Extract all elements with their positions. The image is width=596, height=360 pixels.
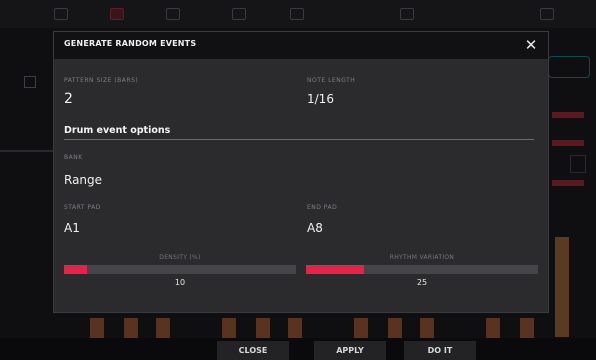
note-length-field[interactable]: 1/16 [307,92,334,106]
close-button[interactable]: CLOSE [217,341,289,360]
rhythm-variation-slider[interactable] [306,265,538,274]
rhythm-variation-value: 25 [416,278,428,287]
background-pad [156,318,170,338]
start-pad-label: START PAD [64,204,101,211]
close-icon[interactable]: ✕ [522,35,540,55]
do-it-button[interactable]: DO IT [404,341,476,360]
density-value: 10 [174,278,186,287]
settings-icon [540,8,554,20]
dialog-header: GENERATE RANDOM EVENTS ✕ [54,32,548,59]
background-pad [354,318,368,338]
background-pad [388,318,402,338]
start-pad-field[interactable]: A1 [64,221,80,235]
background-pad [520,318,534,338]
bottom-bar [0,338,596,360]
background-pad [124,318,138,338]
background-pad [486,318,500,338]
wave-icon [290,8,304,20]
bank-field[interactable]: Range [64,173,102,187]
pad-icon [166,8,180,20]
end-pad-field[interactable]: A8 [307,221,323,235]
note-length-label: NOTE LENGTH [307,77,356,84]
background-event-bar [552,140,584,146]
pattern-size-field[interactable]: 2 [64,91,73,107]
background-event-bar [552,180,584,186]
grid-icon [54,8,68,20]
background-pad [90,318,104,338]
pattern-size-label: PATTERN SIZE (BARS) [64,77,139,84]
background-field [548,56,590,78]
rhythm-variation-slider-fill [306,265,364,274]
list-icon [24,76,36,88]
dialog-title: GENERATE RANDOM EVENTS [64,39,197,48]
background-box [570,155,586,173]
background-divider [0,150,60,152]
background-toolbar [0,0,596,28]
end-pad-label: END PAD [307,204,338,211]
browser-icon [400,8,414,20]
generate-random-events-dialog: GENERATE RANDOM EVENTS ✕ PATTERN SIZE (B… [53,31,549,313]
background-pad [256,318,270,338]
rhythm-variation-label: RHYTHM VARIATION [389,254,455,261]
background-level-bar [555,237,569,337]
background-pad [288,318,302,338]
mixer-icon [232,8,246,20]
sequencer-icon [110,8,124,20]
background-pad [420,318,434,338]
background-event-bar [552,112,584,118]
density-slider-fill [64,265,88,274]
density-label: DENSITY (%) [159,254,201,261]
density-slider[interactable] [64,265,296,274]
section-title: Drum event options [64,125,171,136]
section-divider [64,139,534,140]
apply-button[interactable]: APPLY [314,341,386,360]
background-pad [222,318,236,338]
bank-label: BANK [64,154,83,161]
